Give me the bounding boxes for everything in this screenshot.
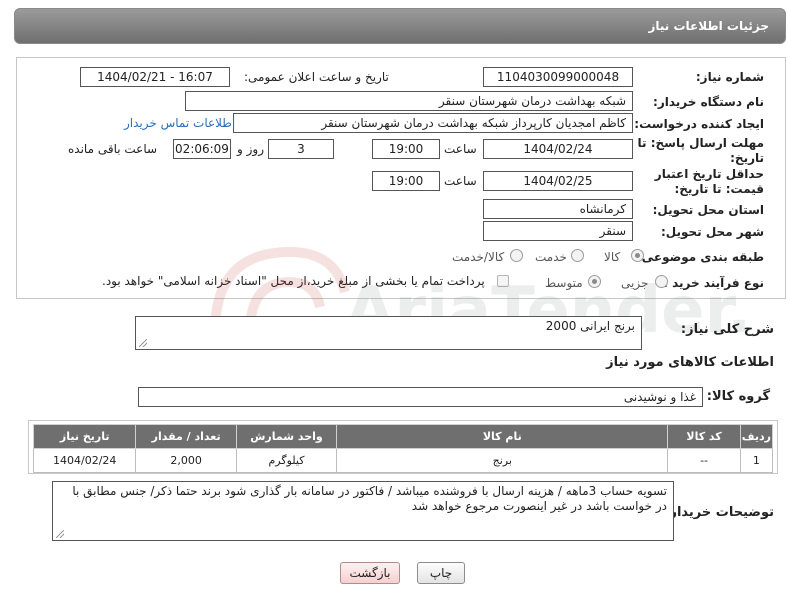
announce-date-field: 1404/02/21 - 16:07 [80,67,230,87]
back-button[interactable]: بازگشت [340,562,400,584]
reply-days-label: روز و [237,142,264,156]
reply-deadline-label: مهلت ارسال پاسخ: تا تاریخ: [637,136,765,165]
goods-table: ردیف کد کالا نام کالا واحد شمارش تعداد /… [32,424,774,473]
need-number-label: شماره نیاز: [695,70,764,84]
remaining-time-label: ساعت باقی مانده [68,142,158,156]
col-header-unit: واحد شمارش [235,424,338,449]
col-header-code: کد کالا [667,424,741,449]
need-desc-text: برنج ایرانی 2000 [545,319,635,333]
category-option-goods: کالا [604,250,621,264]
category-radio-goods-service[interactable] [510,249,523,262]
remaining-time-field: 02:06:09 [173,139,231,159]
resize-handle-icon[interactable] [139,339,147,347]
reply-deadline-time-field: 19:00 [372,139,440,159]
page-header: جزئیات اطلاعات نیاز [14,8,786,44]
cell-code: -- [667,448,741,473]
goods-group-field: غذا و نوشیدنی [138,387,703,407]
province-field: کرمانشاه [483,199,633,219]
process-option-medium: متوسط [545,276,583,290]
need-desc-label: شرح کلی نیاز: [680,322,774,337]
col-header-row-number: ردیف [739,424,774,449]
announce-date-label: تاریخ و ساعت اعلان عمومی: [244,70,389,84]
treasury-payment-checkbox[interactable] [497,275,509,287]
cell-name: برنج [336,448,669,473]
table-header-row: ردیف کد کالا نام کالا واحد شمارش تعداد /… [32,424,774,449]
cell-unit: کیلوگرم [235,448,338,473]
cell-row-number: 1 [739,448,774,473]
process-option-minor: جزیی [621,276,649,290]
print-button[interactable]: چاپ [417,562,465,584]
reply-deadline-date-field: 1404/02/24 [483,139,633,159]
page-title: جزئیات اطلاعات نیاز [648,19,769,33]
cell-qty: 2,000 [135,448,237,473]
category-radio-goods[interactable] [631,249,644,262]
reply-deadline-time-label: ساعت [444,142,477,156]
price-validity-label: حداقل تاریخ اعتبار قیمت: تا تاریخ: [654,167,764,196]
creator-label: ایجاد کننده درخواست: [634,117,764,131]
col-header-date: تاریخ نیاز [32,424,137,449]
resize-handle-icon[interactable] [56,530,64,538]
goods-section-title: اطلاعات کالاهای مورد نیاز [606,355,774,370]
col-header-qty: تعداد / مقدار [135,424,237,449]
buyer-notes-text: تسویه حساب 3ماهه / هزینه ارسال با فروشند… [72,484,667,513]
buyer-notes-label: توضیحات خریدار: [664,505,774,520]
process-label: نوع فرآیند خرید : [663,276,764,290]
city-field: سنقر [483,221,633,241]
table-row: 1 -- برنج کیلوگرم 2,000 1404/02/24 [32,448,774,473]
price-validity-time-label: ساعت [444,174,477,188]
reply-days-field: 3 [268,139,334,159]
buyer-notes-textarea[interactable]: تسویه حساب 3ماهه / هزینه ارسال با فروشند… [52,481,674,541]
category-label: طبقه بندی موضوعی: [636,250,764,264]
goods-group-label: گروه کالا: [706,389,770,404]
category-option-goods-service: کالا/خدمت [452,250,505,264]
creator-field: کاظم امجدیان کارپرداز شبکه بهداشت درمان … [233,113,633,133]
province-label: استان محل تحویل: [652,203,764,217]
need-desc-textarea[interactable]: برنج ایرانی 2000 [135,316,642,350]
price-validity-time-field: 19:00 [372,171,440,191]
buyer-org-label: نام دستگاه خریدار: [653,95,764,109]
process-radio-medium[interactable] [588,275,601,288]
price-validity-date-field: 1404/02/25 [483,171,633,191]
category-option-service: خدمت [535,250,567,264]
category-radio-service[interactable] [571,249,584,262]
treasury-payment-note: پرداخت تمام یا بخشی از مبلغ خرید،از محل … [102,274,485,288]
process-radio-minor[interactable] [655,275,668,288]
buyer-org-field: شبکه بهداشت درمان شهرستان سنقر [185,91,633,111]
city-label: شهر محل تحویل: [660,225,764,239]
buyer-contact-link[interactable]: اطلاعات تماس خریدار [124,116,235,130]
need-number-field: 1104030099000048 [483,67,633,87]
col-header-name: نام کالا [336,424,669,449]
cell-date: 1404/02/24 [32,448,137,473]
